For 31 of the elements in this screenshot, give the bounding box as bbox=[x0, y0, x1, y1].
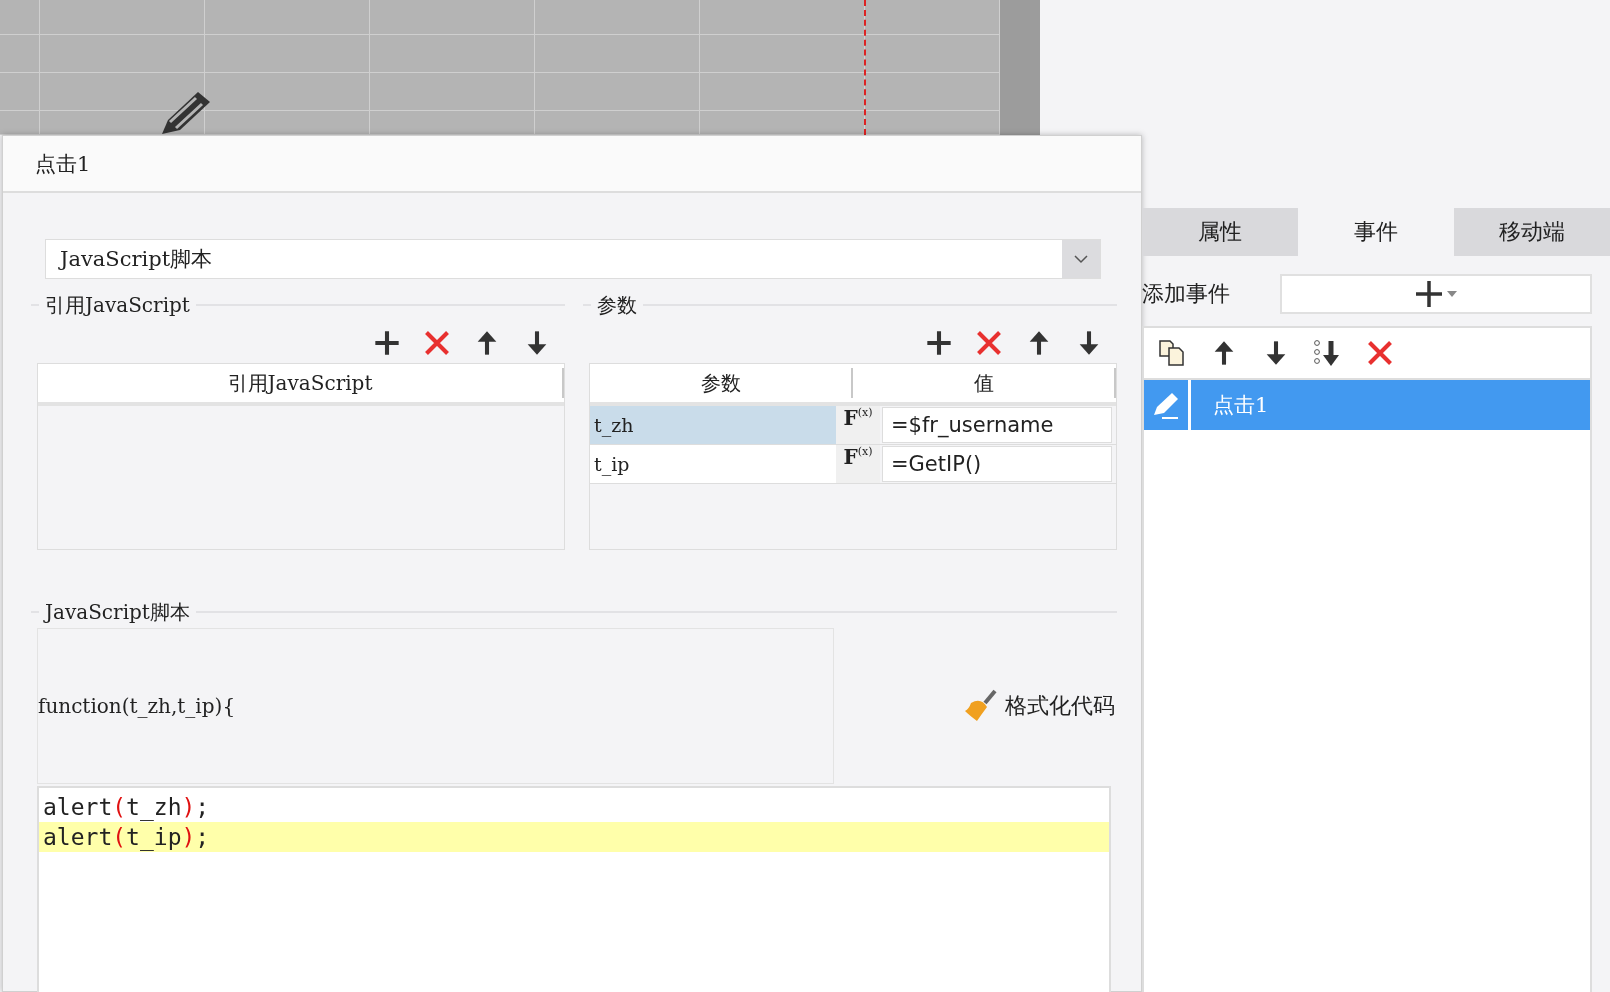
dialog-title: 点击1 bbox=[35, 150, 91, 178]
function-signature: function(t_zh,t_ip){ bbox=[38, 694, 236, 718]
panel-tab[interactable]: 移动端 bbox=[1454, 208, 1610, 256]
parameter-name-cell[interactable]: t_zh bbox=[590, 406, 836, 444]
format-code-button[interactable]: 格式化代码 bbox=[963, 689, 1115, 723]
value-field[interactable]: =GetIP() bbox=[882, 446, 1112, 482]
column-header: 值 bbox=[853, 368, 1116, 398]
add-event-label: 添加事件 bbox=[1142, 280, 1231, 308]
script-type-dropdown[interactable]: JavaScript脚本 bbox=[45, 239, 1101, 279]
chevron-down-icon bbox=[1073, 254, 1089, 264]
delete-icon[interactable] bbox=[975, 329, 1003, 357]
broom-icon bbox=[963, 689, 997, 723]
section-title: 引用JavaScript bbox=[45, 291, 190, 319]
section-title: 参数 bbox=[597, 291, 637, 319]
pencil-icon bbox=[1152, 391, 1180, 419]
move-to-bottom-icon[interactable] bbox=[1314, 339, 1342, 367]
add-icon[interactable] bbox=[373, 329, 401, 357]
add-icon bbox=[1414, 279, 1444, 309]
copy-icon[interactable] bbox=[1158, 339, 1186, 367]
caret-icon bbox=[1446, 290, 1458, 298]
column-header: 参数 bbox=[590, 368, 853, 398]
section-title: JavaScript脚本 bbox=[45, 598, 190, 626]
parameter-name-cell[interactable]: t_ip bbox=[590, 445, 836, 483]
delete-icon[interactable] bbox=[423, 329, 451, 357]
code-line: alert(t_zh); bbox=[42, 793, 211, 822]
delete-icon[interactable] bbox=[1366, 339, 1394, 367]
code-editor[interactable]: alert(t_zh); alert(t_ip); bbox=[37, 786, 1111, 992]
column-header: 引用JavaScript bbox=[38, 368, 564, 398]
panel-tab[interactable]: 属性 bbox=[1142, 208, 1298, 256]
value-field[interactable]: =$fr_username bbox=[882, 407, 1112, 443]
add-icon[interactable] bbox=[925, 329, 953, 357]
